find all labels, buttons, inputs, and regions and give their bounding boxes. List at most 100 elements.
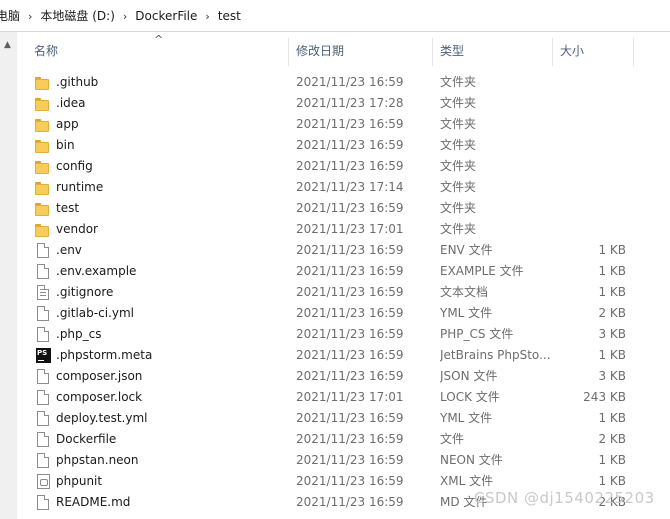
xml-file-icon — [35, 474, 51, 490]
file-row[interactable]: Dockerfile 2021/11/23 16:59 文件 2 KB — [17, 429, 670, 450]
file-row[interactable]: composer.lock 2021/11/23 17:01 LOCK 文件 243 … — [17, 387, 670, 408]
breadcrumb: 电脑›本地磁盘 (D:)›DockerFile›test — [0, 7, 245, 24]
file-row[interactable]: phpstan.neon 2021/11/23 16:59 NEON 文件 1 KB — [17, 450, 670, 471]
column-date[interactable]: 修改日期 — [296, 32, 426, 70]
file-date: 2021/11/23 17:28 — [296, 96, 404, 110]
file-name: .github — [56, 75, 99, 89]
file-name: Dockerfile — [56, 432, 117, 446]
file-row[interactable]: .gitignore 2021/11/23 16:59 文本文档 1 KB — [17, 282, 670, 303]
file-date: 2021/11/23 16:59 — [296, 369, 404, 383]
folder-icon — [35, 159, 51, 175]
file-type: 文件夹 — [440, 117, 477, 131]
file-type: 文件夹 — [440, 222, 477, 236]
file-date: 2021/11/23 16:59 — [296, 495, 404, 509]
file-row[interactable]: runtime 2021/11/23 17:14 文件夹 — [17, 177, 670, 198]
file-row[interactable]: bin 2021/11/23 16:59 文件夹 — [17, 135, 670, 156]
phpstorm-icon: PS — [35, 348, 51, 364]
folder-icon — [35, 180, 51, 196]
file-size: 2 KB — [598, 432, 626, 446]
file-icon — [35, 453, 51, 469]
file-name: app — [56, 117, 79, 131]
file-row[interactable]: vendor 2021/11/23 17:01 文件夹 — [17, 219, 670, 240]
file-date: 2021/11/23 16:59 — [296, 474, 404, 488]
file-name: composer.json — [56, 369, 143, 383]
file-icon — [35, 411, 51, 427]
breadcrumb-this-pc[interactable]: 电脑 — [0, 9, 24, 23]
file-type: 文件夹 — [440, 138, 477, 152]
file-row[interactable]: PS .phpstorm.meta 2021/11/23 16:59 JetBrain… — [17, 345, 670, 366]
file-name: .idea — [56, 96, 86, 110]
file-date: 2021/11/23 16:59 — [296, 453, 404, 467]
file-date: 2021/11/23 17:14 — [296, 180, 404, 194]
file-name: phpunit — [56, 474, 103, 488]
file-row[interactable]: .env 2021/11/23 16:59 ENV 文件 1 KB — [17, 240, 670, 261]
file-size: 1 KB — [598, 285, 626, 299]
file-size — [553, 177, 626, 198]
file-row[interactable]: .gitlab-ci.yml 2021/11/23 16:59 YML 文件 2 KB — [17, 303, 670, 324]
breadcrumb-dockerfile[interactable]: DockerFile — [131, 9, 201, 23]
file-date: 2021/11/23 16:59 — [296, 285, 404, 299]
file-row[interactable]: .php_cs 2021/11/23 16:59 PHP_CS 文件 3 KB — [17, 324, 670, 345]
column-divider[interactable] — [633, 38, 634, 66]
file-row[interactable]: config 2021/11/23 16:59 文件夹 — [17, 156, 670, 177]
file-size: 1 KB — [598, 453, 626, 467]
file-type: LOCK 文件 — [440, 390, 500, 404]
file-size: 1 KB — [598, 264, 626, 278]
folder-icon — [35, 75, 51, 91]
column-divider[interactable] — [288, 38, 289, 66]
file-date: 2021/11/23 17:01 — [296, 222, 404, 236]
file-name: runtime — [56, 180, 104, 194]
file-size: 1 KB — [598, 411, 626, 425]
file-name: README.md — [56, 495, 131, 509]
column-size[interactable]: 大小 — [560, 32, 630, 70]
file-size: 3 KB — [598, 369, 626, 383]
file-type: 文件夹 — [440, 201, 477, 215]
chevron-right-icon[interactable]: › — [119, 10, 131, 23]
file-type: 文件夹 — [440, 96, 477, 110]
file-type: YML 文件 — [440, 411, 493, 425]
file-name: vendor — [56, 222, 98, 236]
file-icon — [35, 243, 51, 259]
chevron-right-icon[interactable]: › — [201, 10, 213, 23]
text-file-icon — [35, 285, 51, 301]
chevron-right-icon[interactable]: › — [24, 10, 36, 23]
file-type: 文件夹 — [440, 75, 477, 89]
file-row[interactable]: composer.json 2021/11/23 16:59 JSON 文件 3 KB — [17, 366, 670, 387]
folder-icon — [35, 96, 51, 112]
file-row[interactable]: .env.example 2021/11/23 16:59 EXAMPLE 文件 1 … — [17, 261, 670, 282]
file-date: 2021/11/23 16:59 — [296, 159, 404, 173]
file-size: 1 KB — [598, 243, 626, 257]
file-date: 2021/11/23 17:01 — [296, 390, 404, 404]
file-name: .gitignore — [56, 285, 114, 299]
file-date: 2021/11/23 16:59 — [296, 243, 404, 257]
file-size — [553, 135, 626, 156]
file-size: 2 KB — [598, 306, 626, 320]
file-name: .phpstorm.meta — [56, 348, 153, 362]
file-icon — [35, 306, 51, 322]
file-row[interactable]: deploy.test.yml 2021/11/23 16:59 YML 文件 1 K… — [17, 408, 670, 429]
address-bar[interactable]: 电脑›本地磁盘 (D:)›DockerFile›test — [0, 0, 670, 32]
file-type: ENV 文件 — [440, 243, 493, 257]
folder-icon — [35, 138, 51, 154]
column-divider[interactable] — [552, 38, 553, 66]
breadcrumb-test[interactable]: test — [214, 9, 245, 23]
vertical-scrollbar[interactable]: ▲ — [0, 32, 17, 519]
file-size — [553, 93, 626, 114]
file-date: 2021/11/23 16:59 — [296, 306, 404, 320]
file-row[interactable]: test 2021/11/23 16:59 文件夹 — [17, 198, 670, 219]
file-row[interactable]: .idea 2021/11/23 17:28 文件夹 — [17, 93, 670, 114]
file-type: 文件夹 — [440, 159, 477, 173]
breadcrumb-drive-d[interactable]: 本地磁盘 (D:) — [36, 9, 118, 23]
file-icon — [35, 369, 51, 385]
file-list: .github 2021/11/23 16:59 文件夹 .idea 2021/11/2… — [17, 72, 670, 513]
file-size: 243 KB — [583, 390, 626, 404]
file-date: 2021/11/23 16:59 — [296, 432, 404, 446]
file-row[interactable]: app 2021/11/23 16:59 文件夹 — [17, 114, 670, 135]
file-row[interactable]: .github 2021/11/23 16:59 文件夹 — [17, 72, 670, 93]
column-header: 名称 修改日期 类型 大小 — [0, 32, 670, 70]
file-type: 文件 — [440, 432, 465, 446]
column-type[interactable]: 类型 — [440, 32, 545, 70]
file-name: .env.example — [56, 264, 137, 278]
file-size — [553, 114, 626, 135]
column-divider[interactable] — [432, 38, 433, 66]
